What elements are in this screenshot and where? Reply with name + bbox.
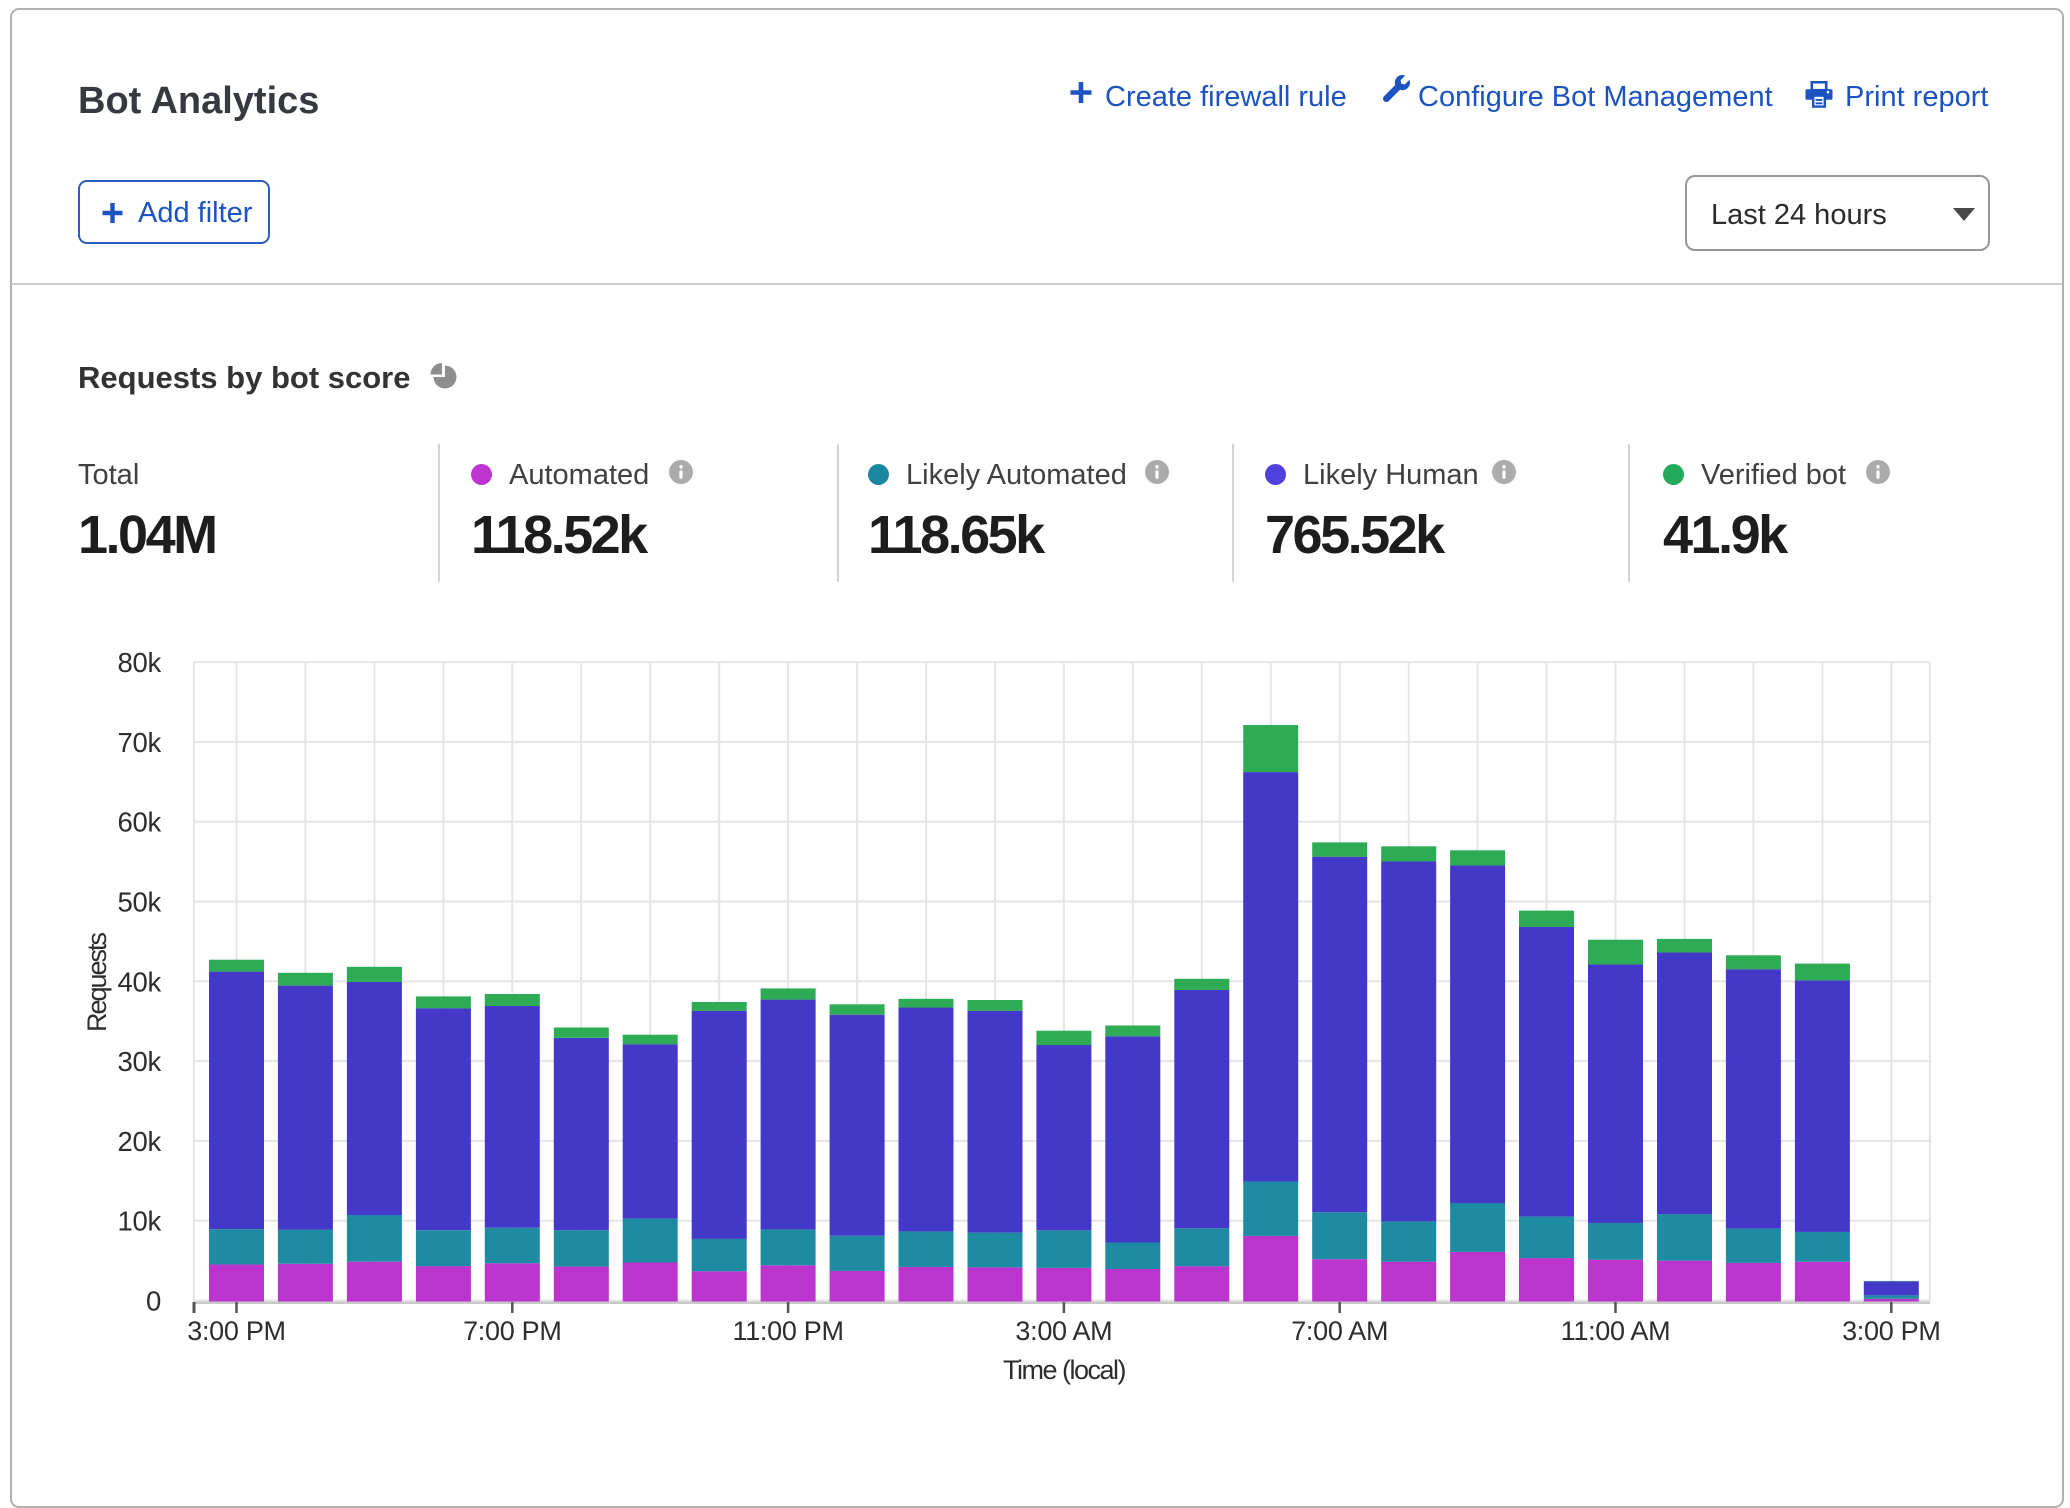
svg-text:Time (local): Time (local)	[1003, 1355, 1126, 1385]
svg-text:30k: 30k	[118, 1046, 162, 1077]
svg-text:50k: 50k	[118, 887, 162, 918]
svg-text:10k: 10k	[118, 1206, 162, 1237]
svg-text:40k: 40k	[118, 966, 162, 997]
svg-text:70k: 70k	[118, 727, 162, 758]
svg-text:0: 0	[146, 1286, 161, 1317]
svg-text:7:00 AM: 7:00 AM	[1291, 1316, 1388, 1346]
svg-text:3:00 AM: 3:00 AM	[1015, 1316, 1112, 1346]
svg-text:Requests: Requests	[82, 932, 112, 1032]
svg-text:3:00 PM: 3:00 PM	[1842, 1316, 1940, 1346]
svg-text:7:00 PM: 7:00 PM	[463, 1316, 561, 1346]
svg-text:80k: 80k	[118, 647, 162, 678]
svg-text:11:00 AM: 11:00 AM	[1561, 1316, 1671, 1346]
svg-text:3:00 PM: 3:00 PM	[187, 1316, 285, 1346]
svg-text:20k: 20k	[118, 1126, 162, 1157]
svg-text:11:00 PM: 11:00 PM	[733, 1316, 844, 1346]
svg-text:60k: 60k	[118, 807, 162, 838]
